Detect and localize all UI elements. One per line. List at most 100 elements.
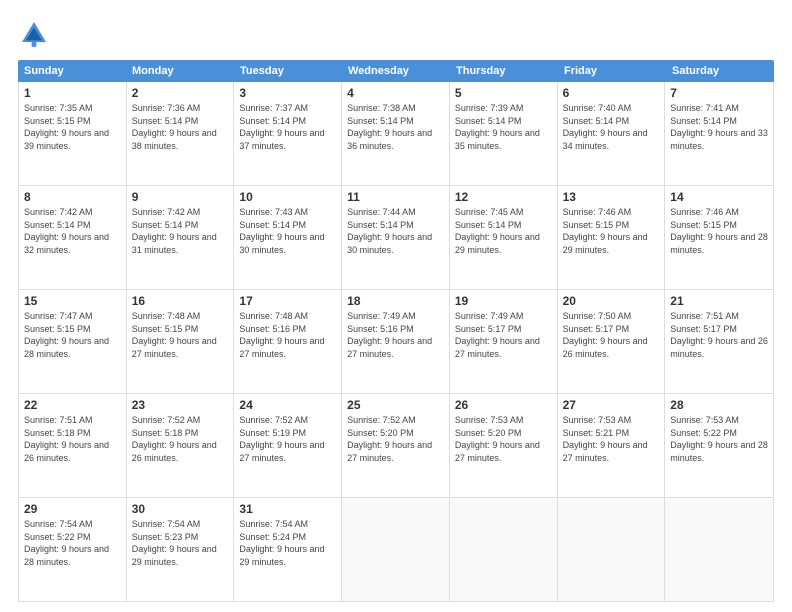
- day-number: 4: [347, 86, 444, 100]
- day-cell-11: 11 Sunrise: 7:44 AMSunset: 5:14 PMDayligh…: [342, 186, 450, 289]
- day-info: Sunrise: 7:45 AMSunset: 5:14 PMDaylight:…: [455, 206, 552, 256]
- day-info: Sunrise: 7:41 AMSunset: 5:14 PMDaylight:…: [670, 102, 768, 152]
- calendar-body: 1 Sunrise: 7:35 AMSunset: 5:15 PMDaylight…: [18, 82, 774, 602]
- day-number: 2: [132, 86, 229, 100]
- week-row-2: 8 Sunrise: 7:42 AMSunset: 5:14 PMDaylight…: [19, 186, 773, 290]
- day-number: 12: [455, 190, 552, 204]
- day-cell-28: 28 Sunrise: 7:53 AMSunset: 5:22 PMDayligh…: [665, 394, 773, 497]
- day-info: Sunrise: 7:40 AMSunset: 5:14 PMDaylight:…: [563, 102, 660, 152]
- header: [18, 18, 774, 50]
- day-number: 19: [455, 294, 552, 308]
- day-cell-25: 25 Sunrise: 7:52 AMSunset: 5:20 PMDayligh…: [342, 394, 450, 497]
- day-cell-15: 15 Sunrise: 7:47 AMSunset: 5:15 PMDayligh…: [19, 290, 127, 393]
- day-number: 22: [24, 398, 121, 412]
- header-day-monday: Monday: [126, 60, 234, 82]
- day-cell-7: 7 Sunrise: 7:41 AMSunset: 5:14 PMDaylight…: [665, 82, 773, 185]
- day-info: Sunrise: 7:37 AMSunset: 5:14 PMDaylight:…: [239, 102, 336, 152]
- header-day-sunday: Sunday: [18, 60, 126, 82]
- day-cell-29: 29 Sunrise: 7:54 AMSunset: 5:22 PMDayligh…: [19, 498, 127, 601]
- day-number: 24: [239, 398, 336, 412]
- header-day-friday: Friday: [558, 60, 666, 82]
- week-row-1: 1 Sunrise: 7:35 AMSunset: 5:15 PMDaylight…: [19, 82, 773, 186]
- day-cell-4: 4 Sunrise: 7:38 AMSunset: 5:14 PMDaylight…: [342, 82, 450, 185]
- day-number: 14: [670, 190, 768, 204]
- day-cell-16: 16 Sunrise: 7:48 AMSunset: 5:15 PMDayligh…: [127, 290, 235, 393]
- day-cell-21: 21 Sunrise: 7:51 AMSunset: 5:17 PMDayligh…: [665, 290, 773, 393]
- empty-cell: [342, 498, 450, 601]
- day-cell-22: 22Sunrise: 7:51 AMSunset: 5:18 PMDayligh…: [19, 394, 127, 497]
- day-cell-8: 8Sunrise: 7:42 AMSunset: 5:14 PMDaylight…: [19, 186, 127, 289]
- day-info: Sunrise: 7:46 AMSunset: 5:15 PMDaylight:…: [670, 206, 768, 256]
- header-day-saturday: Saturday: [666, 60, 774, 82]
- day-number: 13: [563, 190, 660, 204]
- day-number: 1: [24, 86, 121, 100]
- day-cell-23: 23 Sunrise: 7:52 AMSunset: 5:18 PMDayligh…: [127, 394, 235, 497]
- day-info: Sunrise: 7:54 AMSunset: 5:22 PMDaylight:…: [24, 518, 121, 568]
- day-info: Sunrise: 7:36 AMSunset: 5:14 PMDaylight:…: [132, 102, 229, 152]
- empty-cell: [450, 498, 558, 601]
- day-info: Sunrise: 7:44 AMSunset: 5:14 PMDaylight:…: [347, 206, 444, 256]
- day-info: Sunrise: 7:51 AMSunset: 5:17 PMDaylight:…: [670, 310, 768, 360]
- day-number: 27: [563, 398, 660, 412]
- week-row-4: 22Sunrise: 7:51 AMSunset: 5:18 PMDayligh…: [19, 394, 773, 498]
- week-row-3: 15 Sunrise: 7:47 AMSunset: 5:15 PMDayligh…: [19, 290, 773, 394]
- page: SundayMondayTuesdayWednesdayThursdayFrid…: [0, 0, 792, 612]
- day-number: 11: [347, 190, 444, 204]
- day-cell-9: 9 Sunrise: 7:42 AMSunset: 5:14 PMDaylight…: [127, 186, 235, 289]
- empty-cell: [558, 498, 666, 601]
- day-cell-20: 20 Sunrise: 7:50 AMSunset: 5:17 PMDayligh…: [558, 290, 666, 393]
- day-cell-14: 14 Sunrise: 7:46 AMSunset: 5:15 PMDayligh…: [665, 186, 773, 289]
- day-info: Sunrise: 7:48 AMSunset: 5:16 PMDaylight:…: [239, 310, 336, 360]
- day-number: 26: [455, 398, 552, 412]
- day-info: Sunrise: 7:48 AMSunset: 5:15 PMDaylight:…: [132, 310, 229, 360]
- day-info: Sunrise: 7:49 AMSunset: 5:16 PMDaylight:…: [347, 310, 444, 360]
- day-cell-10: 10Sunrise: 7:43 AMSunset: 5:14 PMDayligh…: [234, 186, 342, 289]
- day-info: Sunrise: 7:50 AMSunset: 5:17 PMDaylight:…: [563, 310, 660, 360]
- day-info: Sunrise: 7:38 AMSunset: 5:14 PMDaylight:…: [347, 102, 444, 152]
- day-number: 28: [670, 398, 768, 412]
- day-cell-13: 13Sunrise: 7:46 AMSunset: 5:15 PMDayligh…: [558, 186, 666, 289]
- day-number: 20: [563, 294, 660, 308]
- day-info: Sunrise: 7:39 AMSunset: 5:14 PMDaylight:…: [455, 102, 552, 152]
- day-number: 15: [24, 294, 121, 308]
- day-cell-3: 3Sunrise: 7:37 AMSunset: 5:14 PMDaylight…: [234, 82, 342, 185]
- day-info: Sunrise: 7:42 AMSunset: 5:14 PMDaylight:…: [132, 206, 229, 256]
- day-cell-6: 6 Sunrise: 7:40 AMSunset: 5:14 PMDaylight…: [558, 82, 666, 185]
- day-cell-18: 18 Sunrise: 7:49 AMSunset: 5:16 PMDayligh…: [342, 290, 450, 393]
- day-info: Sunrise: 7:52 AMSunset: 5:18 PMDaylight:…: [132, 414, 229, 464]
- day-number: 18: [347, 294, 444, 308]
- day-cell-31: 31 Sunrise: 7:54 AMSunset: 5:24 PMDayligh…: [234, 498, 342, 601]
- day-number: 21: [670, 294, 768, 308]
- day-cell-19: 19 Sunrise: 7:49 AMSunset: 5:17 PMDayligh…: [450, 290, 558, 393]
- day-cell-1: 1 Sunrise: 7:35 AMSunset: 5:15 PMDaylight…: [19, 82, 127, 185]
- day-number: 31: [239, 502, 336, 516]
- day-cell-12: 12 Sunrise: 7:45 AMSunset: 5:14 PMDayligh…: [450, 186, 558, 289]
- day-info: Sunrise: 7:35 AMSunset: 5:15 PMDaylight:…: [24, 102, 121, 152]
- day-cell-30: 30Sunrise: 7:54 AMSunset: 5:23 PMDayligh…: [127, 498, 235, 601]
- day-number: 9: [132, 190, 229, 204]
- day-cell-17: 17Sunrise: 7:48 AMSunset: 5:16 PMDayligh…: [234, 290, 342, 393]
- day-number: 5: [455, 86, 552, 100]
- calendar: SundayMondayTuesdayWednesdayThursdayFrid…: [18, 60, 774, 602]
- logo: [18, 18, 56, 50]
- day-info: Sunrise: 7:53 AMSunset: 5:20 PMDaylight:…: [455, 414, 552, 464]
- day-number: 30: [132, 502, 229, 516]
- day-info: Sunrise: 7:47 AMSunset: 5:15 PMDaylight:…: [24, 310, 121, 360]
- day-info: Sunrise: 7:43 AMSunset: 5:14 PMDaylight:…: [239, 206, 336, 256]
- day-cell-27: 27Sunrise: 7:53 AMSunset: 5:21 PMDayligh…: [558, 394, 666, 497]
- day-number: 16: [132, 294, 229, 308]
- day-number: 23: [132, 398, 229, 412]
- day-cell-5: 5 Sunrise: 7:39 AMSunset: 5:14 PMDaylight…: [450, 82, 558, 185]
- header-day-wednesday: Wednesday: [342, 60, 450, 82]
- day-info: Sunrise: 7:52 AMSunset: 5:20 PMDaylight:…: [347, 414, 444, 464]
- logo-icon: [18, 18, 50, 50]
- day-info: Sunrise: 7:49 AMSunset: 5:17 PMDaylight:…: [455, 310, 552, 360]
- day-number: 6: [563, 86, 660, 100]
- day-number: 25: [347, 398, 444, 412]
- day-info: Sunrise: 7:54 AMSunset: 5:24 PMDaylight:…: [239, 518, 336, 568]
- day-number: 7: [670, 86, 768, 100]
- day-number: 8: [24, 190, 121, 204]
- day-info: Sunrise: 7:53 AMSunset: 5:22 PMDaylight:…: [670, 414, 768, 464]
- day-number: 29: [24, 502, 121, 516]
- day-info: Sunrise: 7:52 AMSunset: 5:19 PMDaylight:…: [239, 414, 336, 464]
